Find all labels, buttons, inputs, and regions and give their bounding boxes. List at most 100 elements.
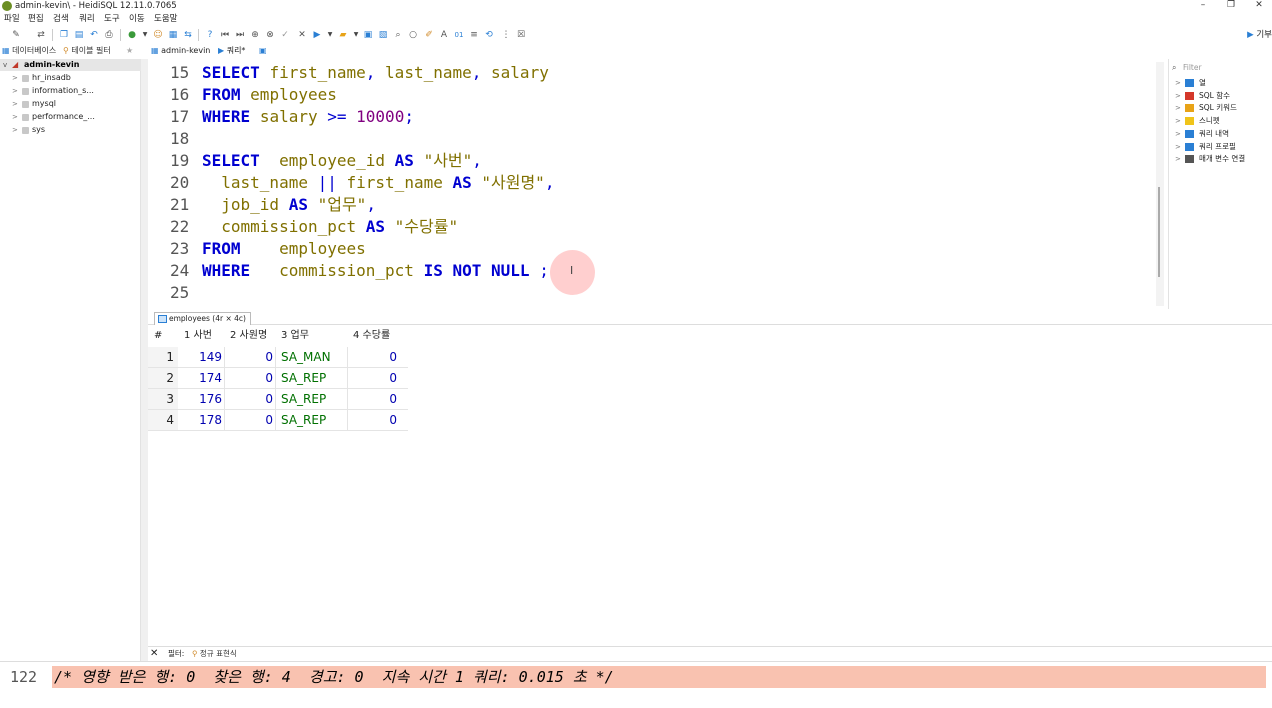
table-cell[interactable]: SA_REP — [277, 410, 348, 430]
table-cell[interactable]: 174 — [179, 368, 225, 388]
favorite-icon[interactable]: ★ — [126, 44, 133, 58]
help-icon[interactable]: ? — [204, 29, 216, 41]
helper-item[interactable]: > SQL 키워드 — [1169, 102, 1272, 114]
column-header-rownum[interactable]: # — [154, 326, 162, 346]
close-window-button[interactable]: ✕ — [1244, 0, 1272, 12]
undo-icon[interactable]: ↶ — [88, 29, 100, 41]
format-sql-icon[interactable]: A — [438, 29, 450, 41]
session-manager-icon[interactable]: ✎ — [10, 29, 22, 41]
wrap-icon[interactable]: ≡ — [468, 29, 480, 41]
maximize-button[interactable]: ❐ — [1216, 0, 1246, 12]
find-icon[interactable]: ⌕ — [392, 29, 404, 41]
row-number[interactable]: 4 — [148, 410, 178, 430]
maintenance-icon[interactable]: ▦ — [167, 29, 179, 41]
add-row-icon[interactable]: ⊕ — [249, 29, 261, 41]
tree-root-host[interactable]: v ◢ admin-kevin — [0, 59, 141, 71]
code-line[interactable]: 18 — [148, 128, 1154, 150]
panel-splitter[interactable] — [141, 59, 148, 699]
tab-query[interactable]: ▶ 쿼리* — [218, 44, 245, 58]
chevron-right-icon[interactable]: > — [1175, 153, 1181, 165]
menu-query[interactable]: 쿼리 — [79, 12, 95, 26]
code-line[interactable]: 19 SELECT employee_id AS "사번", — [148, 150, 1154, 172]
table-row[interactable]: 4 178 0 SA_REP 0 — [148, 410, 408, 431]
code-line[interactable]: 24 WHERE commission_pct IS NOT NULL ; — [148, 260, 1154, 282]
tree-item-db[interactable]: > sys — [0, 124, 141, 136]
helper-item[interactable]: > 쿼리 내역 — [1169, 128, 1272, 140]
code-line[interactable]: 23 FROM employees — [148, 238, 1154, 260]
menu-file[interactable]: 파일 — [4, 12, 20, 26]
refresh-icon[interactable]: ● — [126, 29, 138, 41]
table-cell[interactable]: 0 — [226, 389, 276, 409]
first-record-icon[interactable]: ⏮ — [219, 29, 231, 41]
paste-icon[interactable]: ▤ — [73, 29, 85, 41]
table-row[interactable]: 1 149 0 SA_MAN 0 — [148, 347, 408, 368]
minimize-button[interactable]: – — [1188, 0, 1218, 12]
dropdown-arrow-icon[interactable]: ▼ — [324, 29, 336, 41]
table-cell[interactable]: 0 — [349, 347, 399, 367]
clear-icon[interactable]: ✐ — [423, 29, 435, 41]
tab-table-filter[interactable]: ⚲ 테이블 필터 — [63, 44, 111, 58]
menu-tools[interactable]: 도구 — [104, 12, 120, 26]
last-record-icon[interactable]: ⏭ — [234, 29, 246, 41]
scrollbar-thumb[interactable] — [1158, 187, 1160, 277]
row-number[interactable]: 2 — [148, 368, 178, 388]
table-cell[interactable]: 0 — [349, 389, 399, 409]
menu-go[interactable]: 이동 — [129, 12, 145, 26]
table-row[interactable]: 2 174 0 SA_REP 0 — [148, 368, 408, 389]
dropdown-arrow-icon[interactable]: ▼ — [139, 29, 151, 41]
chevron-right-icon[interactable]: > — [12, 111, 18, 123]
menu-search[interactable]: 검색 — [53, 12, 69, 26]
helper-item[interactable]: > 스니펫 — [1169, 115, 1272, 127]
code-line[interactable]: 15 SELECT first_name, last_name, salary — [148, 62, 1154, 84]
table-cell[interactable]: 0 — [226, 368, 276, 388]
code-line[interactable]: 22 commission_pct AS "수당률" — [148, 216, 1154, 238]
chevron-right-icon[interactable]: > — [1175, 77, 1181, 89]
chevron-right-icon[interactable]: > — [1175, 141, 1181, 153]
helper-item[interactable]: > SQL 함수 — [1169, 90, 1272, 102]
sql-editor[interactable]: 15 SELECT first_name, last_name, salary 16… — [148, 62, 1154, 306]
table-cell[interactable]: 149 — [179, 347, 225, 367]
table-cell[interactable]: 178 — [179, 410, 225, 430]
chevron-down-icon[interactable]: v — [3, 59, 7, 71]
open-file-icon[interactable]: ▰ — [337, 29, 349, 41]
disconnect-icon[interactable]: ⇄ — [35, 29, 47, 41]
table-cell[interactable]: SA_REP — [277, 368, 348, 388]
tree-item-db[interactable]: > information_s... — [0, 85, 141, 97]
table-cell[interactable]: SA_MAN — [277, 347, 348, 367]
compare-icon[interactable]: ⟲ — [483, 29, 495, 41]
table-cell[interactable]: 0 — [349, 368, 399, 388]
editor-scrollbar[interactable] — [1156, 62, 1164, 306]
menu-help[interactable]: 도움말 — [154, 12, 177, 26]
code-line[interactable]: 20 last_name || first_name AS "사원명", — [148, 172, 1154, 194]
tree-item-db[interactable]: > performance_... — [0, 111, 141, 123]
chevron-right-icon[interactable]: > — [1175, 115, 1181, 127]
delete-row-icon[interactable]: ⊗ — [264, 29, 276, 41]
table-row[interactable]: 3 176 0 SA_REP 0 — [148, 389, 408, 410]
helper-item[interactable]: > 쿼리 프로필 — [1169, 141, 1272, 153]
table-cell[interactable]: SA_REP — [277, 389, 348, 409]
chevron-right-icon[interactable]: > — [1175, 90, 1181, 102]
chevron-right-icon[interactable]: > — [1175, 102, 1181, 114]
column-header[interactable]: 3 업무 — [281, 326, 309, 346]
code-line[interactable]: 16 FROM employees — [148, 84, 1154, 106]
find-next-icon[interactable]: ○ — [407, 29, 419, 41]
run-query-icon[interactable]: ▶ — [311, 29, 323, 41]
tab-database[interactable]: ▦ 데이터베이스 — [2, 44, 56, 58]
chevron-right-icon[interactable]: > — [12, 124, 18, 136]
tab-session[interactable]: ▦ admin-kevin — [151, 44, 210, 58]
result-tab-employees[interactable]: employees (4r × 4c) — [154, 312, 251, 325]
menu-edit[interactable]: 편집 — [28, 12, 44, 26]
cancel-changes-icon[interactable]: ✕ — [296, 29, 308, 41]
column-header[interactable]: 4 수당률 — [353, 326, 390, 346]
helper-item[interactable]: > 열 — [1169, 77, 1272, 89]
column-header[interactable]: 2 사원명 — [230, 326, 267, 346]
chevron-right-icon[interactable]: > — [12, 98, 18, 110]
close-tab-icon[interactable]: ☒ — [515, 29, 527, 41]
dropdown-arrow-icon[interactable]: ▼ — [350, 29, 362, 41]
user-manager-icon[interactable]: ☺ — [152, 29, 164, 41]
row-number[interactable]: 3 — [148, 389, 178, 409]
binary-icon[interactable]: 01 — [453, 29, 465, 41]
table-cell[interactable]: 176 — [179, 389, 225, 409]
table-cell[interactable]: 0 — [226, 410, 276, 430]
chevron-right-icon[interactable]: > — [12, 72, 18, 84]
